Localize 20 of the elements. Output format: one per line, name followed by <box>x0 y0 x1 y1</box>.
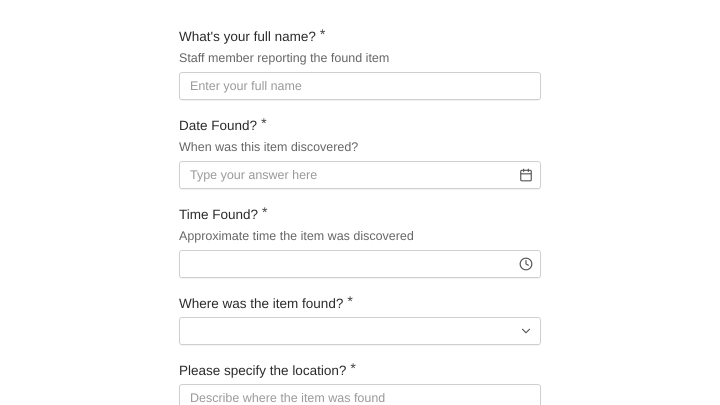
question-description: When was this item discovered? <box>179 139 360 155</box>
time-field[interactable] <box>179 250 541 278</box>
date-field[interactable]: Type your answer here <box>179 161 541 189</box>
question-label: Please specify the location? <box>179 362 346 380</box>
required-asterisk: * <box>350 362 356 374</box>
required-asterisk: * <box>261 117 267 129</box>
question-label: Time Found? <box>179 206 258 224</box>
text-field[interactable]: Describe where the item was found <box>179 384 541 405</box>
required-asterisk: * <box>320 28 326 40</box>
calendar-icon[interactable] <box>519 168 533 182</box>
required-asterisk: * <box>347 295 353 307</box>
question-label: Date Found? <box>179 117 258 135</box>
clock-icon[interactable] <box>519 257 533 271</box>
question-description: Approximate time the item was discovered <box>179 228 415 244</box>
question-description: Staff member reporting the found item <box>179 50 390 66</box>
text-field[interactable]: Enter your full name <box>179 72 541 100</box>
dropdown-field[interactable] <box>179 317 541 345</box>
question-label: What's your full name? <box>179 28 316 46</box>
question-label: Where was the item found? <box>179 295 344 313</box>
required-asterisk: * <box>262 206 268 218</box>
